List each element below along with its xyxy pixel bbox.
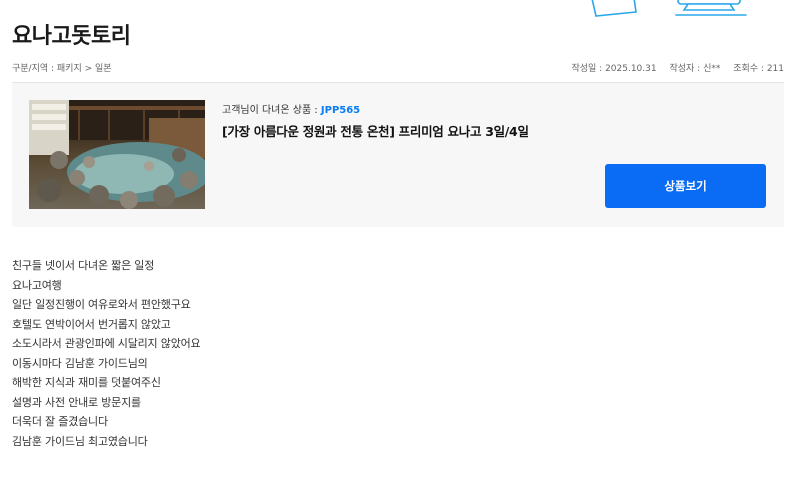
review-line: 이동시마다 김남훈 가이드님의 (12, 356, 148, 370)
page-title: 요나고돗토리 (12, 24, 131, 49)
product-code-line: 고객님이 다녀온 상품 : JPP565 (222, 101, 360, 116)
category-breadcrumb: 구분/지역 : 패키지 > 일본 (12, 63, 112, 74)
review-info: 작성일 : 2025.10.31 작성자 : 신** 조회수 : 211 (561, 61, 784, 74)
review-content: 친구들 넷이서 다녀온 짧은 일정 요나고여행 일단 일정진행이 여유로와서 편… (12, 256, 201, 451)
review-meta: 구분/지역 : 패키지 > 일본 작성일 : 2025.10.31 작성자 : … (12, 59, 784, 75)
review-line: 해박한 지식과 재미를 덧붙여주신 (12, 376, 161, 389)
review-line: 김남훈 가이드님 최고였습니다 (12, 434, 148, 448)
view-count: 조회수 : 211 (733, 63, 784, 74)
laptop-illustration (591, 0, 747, 17)
review-line: 일단 일정진행이 여유로와서 편안했구요 (12, 298, 191, 311)
review-line: 설명과 사전 안내로 방문지를 (12, 395, 141, 409)
product-thumbnail[interactable] (29, 100, 205, 209)
review-line: 소도시라서 관광인파에 시달리지 않았어요 (12, 337, 201, 350)
product-code-prefix: 고객님이 다녀온 상품 : (222, 105, 321, 116)
post-author: 작성자 : 신** (669, 63, 721, 74)
product-card: 고객님이 다녀온 상품 : JPP565 [가장 아름다운 정원과 전통 온천]… (12, 83, 784, 227)
product-name[interactable]: [가장 아름다운 정원과 전통 온천] 프리미엄 요나고 3일/4일 (222, 121, 529, 140)
review-line: 호텔도 연박이어서 번거롭지 않았고 (12, 317, 171, 331)
review-line: 더욱더 잘 즐겼습니다 (12, 415, 108, 428)
review-line: 친구들 넷이서 다녀온 짧은 일정 (12, 259, 155, 272)
product-code[interactable]: JPP565 (321, 105, 360, 116)
review-line: 요나고여행 (12, 278, 62, 292)
view-product-button[interactable]: 상품보기 (605, 164, 766, 208)
post-date: 작성일 : 2025.10.31 (571, 63, 657, 74)
